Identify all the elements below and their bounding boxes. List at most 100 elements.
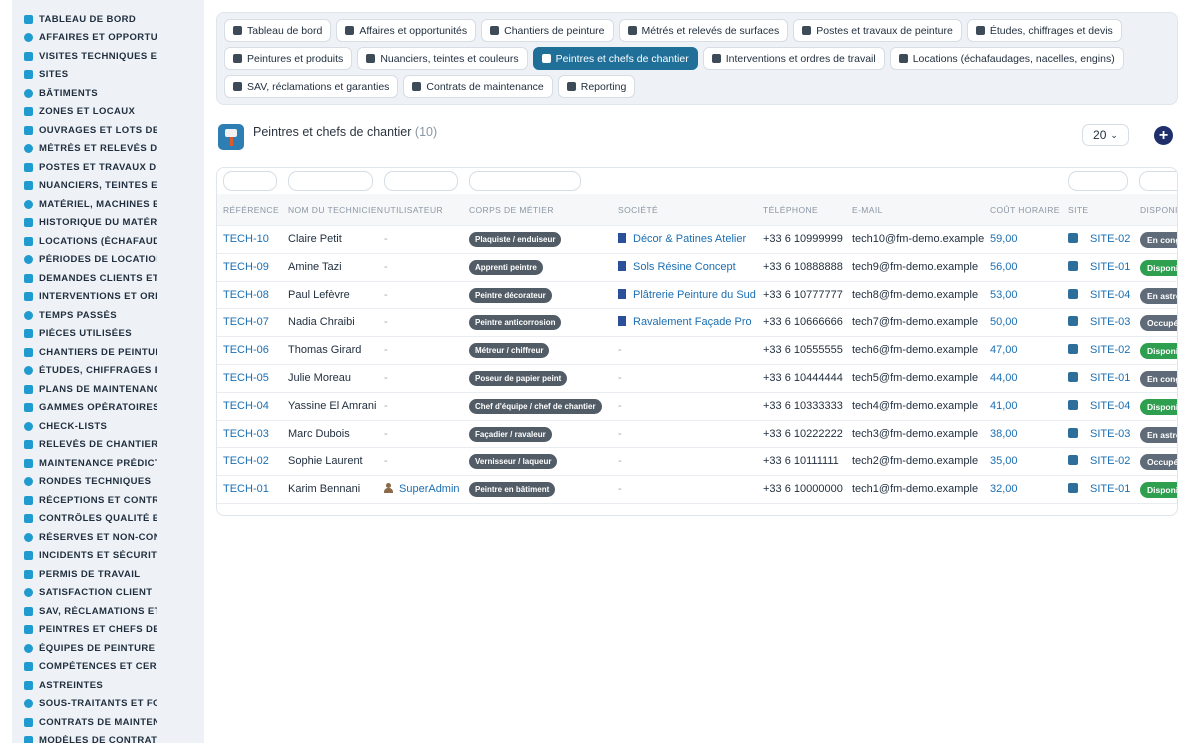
site-link[interactable]: SITE-04 (1090, 289, 1130, 301)
module-button[interactable]: Reporting (557, 75, 636, 98)
table-row[interactable]: TECH-03 Marc Dubois - Façadier / ravaleur - +… (217, 419, 1177, 448)
module-button[interactable]: Chantiers de peinture (481, 19, 614, 42)
user-link[interactable]: SuperAdmin (399, 483, 460, 495)
sidebar-item[interactable]: TABLEAU DE BORD (12, 10, 204, 29)
filter-site-input[interactable] (1068, 171, 1128, 191)
sidebar-item[interactable]: RELEVÉS DE CHANTIER (12, 436, 204, 455)
module-button[interactable]: Peintures et produits (224, 47, 353, 70)
reference-link[interactable]: TECH-09 (223, 261, 269, 273)
reference-link[interactable]: TECH-10 (223, 233, 269, 245)
sidebar-item[interactable]: MODÈLES DE CONTRATS (12, 732, 204, 743)
column-header[interactable]: TÉLÉPHONE (763, 205, 818, 215)
table-row[interactable]: TECH-07 Nadia Chraibi - Peintre anticorrosi… (217, 308, 1177, 336)
reference-link[interactable]: TECH-06 (223, 344, 269, 356)
company-link[interactable]: Décor & Patines Atelier (633, 233, 746, 245)
sidebar-item[interactable]: GAMMES OPÉRATOIRES (12, 399, 204, 418)
sidebar-item[interactable]: VISITES TECHNIQUES ET AUDITS (12, 47, 204, 66)
module-button[interactable]: Tableau de bord (224, 19, 332, 42)
column-header[interactable]: SITE (1068, 205, 1089, 215)
filter-name-input[interactable] (288, 171, 373, 191)
sidebar-item[interactable]: PLANS DE MAINTENANCE (12, 380, 204, 399)
module-button[interactable]: Métrés et relevés de surfaces (618, 19, 789, 42)
filter-reference-input[interactable] (223, 171, 277, 191)
per-page-select[interactable]: 20 ⌄ (1082, 124, 1129, 146)
sidebar-item[interactable]: RONDES TECHNIQUES (12, 473, 204, 492)
sidebar-item[interactable]: PERMIS DE TRAVAIL (12, 565, 204, 584)
sidebar-item[interactable]: SITES (12, 66, 204, 85)
table-row[interactable]: TECH-10 Claire Petit - Plaquiste / enduiseu… (217, 225, 1177, 253)
site-link[interactable]: SITE-01 (1090, 372, 1130, 384)
sidebar-item[interactable]: DEMANDES CLIENTS ET INTERVENTIONS (12, 269, 204, 288)
module-button[interactable]: Études, chiffrages et devis (966, 19, 1122, 42)
sidebar-item[interactable]: LOCATIONS (ÉCHAFAUDAGES) (12, 232, 204, 251)
column-header[interactable]: RÉFÉRENCE (223, 205, 279, 215)
site-link[interactable]: SITE-04 (1090, 400, 1130, 412)
sidebar-item[interactable]: CHECK-LISTS (12, 417, 204, 436)
sidebar-item[interactable]: CHANTIERS DE PEINTURE (12, 343, 204, 362)
reference-link[interactable]: TECH-02 (223, 455, 269, 467)
company-link[interactable]: Ravalement Façade Pro (633, 316, 752, 328)
column-header[interactable]: SOCIÉTÉ (618, 205, 658, 215)
sidebar-item[interactable]: CONTRÔLES QUALITÉ ET CONFORMITÉ (12, 510, 204, 529)
column-header[interactable]: E-MAIL (852, 205, 883, 215)
table-row[interactable]: TECH-08 Paul Lefèvre - Peintre décorateur Pl… (217, 280, 1177, 309)
sidebar-item[interactable]: MAINTENANCE PRÉDICTIVE (12, 454, 204, 473)
table-row[interactable]: TECH-09 Amine Tazi - Apprenti peintre Sols R… (217, 252, 1177, 281)
reference-link[interactable]: TECH-01 (223, 483, 269, 495)
column-header[interactable]: COÛT HORAIRE (990, 205, 1060, 215)
filter-user-input[interactable] (384, 171, 458, 191)
table-row[interactable]: TECH-05 Julie Moreau - Poseur de papier pei… (217, 364, 1177, 392)
reference-link[interactable]: TECH-04 (223, 400, 269, 412)
company-link[interactable]: Sols Résine Concept (633, 261, 736, 273)
sidebar-item[interactable]: MÉTRÉS ET RELEVÉS DE SURFACES (12, 140, 204, 159)
reference-link[interactable]: TECH-08 (223, 289, 269, 301)
sidebar-item[interactable]: ASTREINTES (12, 676, 204, 695)
site-link[interactable]: SITE-03 (1090, 428, 1130, 440)
table-row[interactable]: TECH-01 Karim Bennani SuperAdmin Peintre en… (217, 475, 1177, 503)
site-link[interactable]: SITE-02 (1090, 455, 1130, 467)
filter-status-input[interactable] (1139, 171, 1177, 191)
sidebar-item[interactable]: PEINTRES ET CHEFS DE CHANTIER (12, 621, 204, 640)
reference-link[interactable]: TECH-03 (223, 428, 269, 440)
sidebar-item[interactable]: CONTRATS DE MAINTENANCE (12, 713, 204, 732)
sidebar-item[interactable]: SOUS-TRAITANTS ET FOURNISSEURS (12, 695, 204, 714)
reference-link[interactable]: TECH-07 (223, 316, 269, 328)
module-button[interactable]: Nuanciers, teintes et couleurs (357, 47, 528, 70)
add-button[interactable]: + (1154, 126, 1173, 145)
table-row[interactable]: TECH-06 Thomas Girard - Métreur / chiffreur… (217, 336, 1177, 364)
column-header[interactable]: UTILISATEUR (384, 205, 443, 215)
sidebar-item[interactable]: BÂTIMENTS (12, 84, 204, 103)
sidebar-item[interactable]: TEMPS PASSÉS (12, 306, 204, 325)
site-link[interactable]: SITE-02 (1090, 344, 1130, 356)
module-button[interactable]: SAV, réclamations et garanties (224, 75, 399, 98)
module-button[interactable]: Interventions et ordres de travail (702, 47, 885, 70)
sidebar-item[interactable]: ÉQUIPES DE PEINTURE (12, 639, 204, 658)
sidebar-item[interactable]: RÉSERVES ET NON-CONFORMITÉS (12, 528, 204, 547)
sidebar-item[interactable]: ÉTUDES, CHIFFRAGES ET DEVIS (12, 362, 204, 381)
sidebar-item[interactable]: NUANCIERS, TEINTES ET COULEURS (12, 177, 204, 196)
site-link[interactable]: SITE-01 (1090, 261, 1130, 273)
sidebar-item[interactable]: INCIDENTS ET SÉCURITÉ (12, 547, 204, 566)
site-link[interactable]: SITE-02 (1090, 233, 1130, 245)
sidebar-item[interactable]: POSTES ET TRAVAUX DE PEINTURE (12, 158, 204, 177)
sidebar-item[interactable]: INTERVENTIONS ET ORDRES DE TRAVAIL (12, 288, 204, 307)
sidebar-item[interactable]: OUVRAGES ET LOTS DE TRAVAUX (12, 121, 204, 140)
sidebar-item[interactable]: PÉRIODES DE LOCATION (12, 251, 204, 270)
sidebar-item[interactable]: PIÈCES UTILISÉES (12, 325, 204, 344)
module-button[interactable]: Postes et travaux de peinture (793, 19, 962, 42)
module-button[interactable]: Peintres et chefs de chantier (532, 47, 698, 70)
sidebar-item[interactable]: COMPÉTENCES ET CERTIFICATIONS (12, 658, 204, 677)
site-link[interactable]: SITE-01 (1090, 483, 1130, 495)
sidebar-item[interactable]: ZONES ET LOCAUX (12, 103, 204, 122)
module-button[interactable]: Contrats de maintenance (403, 75, 553, 98)
module-button[interactable]: Affaires et opportunités (336, 19, 477, 42)
sidebar-item[interactable]: MATÉRIEL, MACHINES ET OUTILLAGE (12, 195, 204, 214)
module-button[interactable]: Locations (échafaudages, nacelles, engin… (889, 47, 1124, 70)
column-header[interactable]: NOM DU TECHNICIEN (288, 205, 383, 215)
sidebar-item[interactable]: SAV, RÉCLAMATIONS ET GARANTIES (12, 602, 204, 621)
column-header[interactable]: CORPS DE MÉTIER (469, 205, 554, 215)
sidebar-item[interactable]: SATISFACTION CLIENT (12, 584, 204, 603)
column-header[interactable]: DISPONIBILITÉ (1140, 205, 1177, 215)
sidebar-item[interactable]: RÉCEPTIONS ET CONTRÔLES (12, 491, 204, 510)
sidebar-item[interactable]: HISTORIQUE DU MATÉRIEL (12, 214, 204, 233)
